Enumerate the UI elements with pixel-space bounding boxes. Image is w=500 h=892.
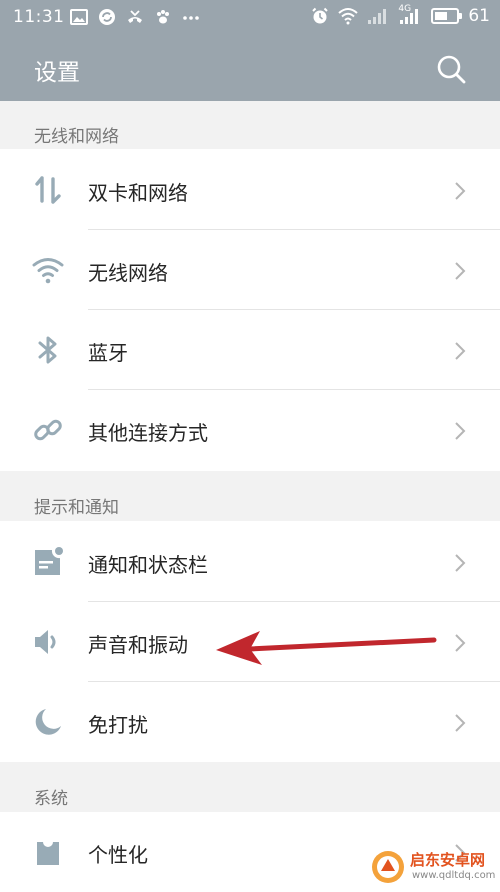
settings-item-label: 声音和振动: [88, 633, 188, 657]
watermark-logo-icon: [372, 851, 404, 883]
watermark-brand: 启东安卓网: [410, 851, 486, 869]
section-header-notifications: 提示和通知: [0, 471, 500, 521]
settings-item-do-not-disturb[interactable]: 免打扰: [0, 682, 500, 762]
settings-item-label: 个性化: [88, 843, 148, 867]
chevron-right-icon: [455, 342, 466, 360]
speaker-icon: [35, 630, 56, 654]
personalization-icon: [37, 842, 59, 865]
gallery-icon: [70, 9, 88, 25]
settings-item-label: 通知和状态栏: [88, 553, 208, 577]
settings-item-label: 蓝牙: [88, 341, 128, 365]
chevron-right-icon: [455, 182, 466, 200]
paw-icon: [157, 10, 169, 24]
section-header-wireless: 无线和网络: [0, 101, 500, 149]
watermark: 启东安卓网 www.qdltdq.com: [368, 848, 498, 888]
battery-level: 61: [468, 6, 490, 26]
settings-item-label: 其他连接方式: [88, 421, 208, 445]
more-dots-icon: [183, 16, 199, 20]
chevron-right-icon: [455, 634, 466, 652]
chevron-right-icon: [455, 422, 466, 440]
signal-4g-icon: 4G: [398, 4, 422, 25]
annotation-arrow-icon: [216, 631, 437, 665]
moon-icon: [35, 709, 61, 735]
page-title: 设置: [34, 60, 80, 86]
status-bar: 11:31 4G 61: [0, 0, 500, 36]
top-bar: 11:31 4G 61 设置: [0, 0, 500, 101]
settings-item-dual-sim[interactable]: 双卡和网络: [0, 150, 500, 230]
link-icon: [34, 419, 62, 441]
section-header-system: 系统: [0, 762, 500, 812]
wifi-status-icon: [338, 8, 359, 25]
bluetooth-icon: [38, 336, 57, 364]
status-time: 11:31: [13, 7, 65, 27]
notification-icon: [35, 547, 63, 575]
signal-empty-icon: [368, 9, 387, 24]
wifi-icon: [32, 258, 64, 284]
settings-item-notification-bar[interactable]: 通知和状态栏: [0, 522, 500, 602]
settings-item-label: 无线网络: [88, 261, 168, 285]
watermark-url: www.qdltdq.com: [412, 870, 496, 881]
settings-item-label: 免打扰: [88, 713, 148, 737]
chevron-right-icon: [455, 262, 466, 280]
settings-item-wifi[interactable]: 无线网络: [0, 230, 500, 310]
status-system-icons: 4G 61: [311, 4, 490, 26]
battery-icon: [431, 8, 463, 24]
sync-icon: [99, 9, 115, 25]
status-notification-icons: [70, 8, 200, 26]
chevron-right-icon: [455, 714, 466, 732]
chevron-right-icon: [455, 554, 466, 572]
search-icon[interactable]: [434, 52, 468, 86]
alarm-icon: [312, 7, 329, 24]
settings-item-other-connections[interactable]: 其他连接方式: [0, 390, 500, 470]
settings-item-bluetooth[interactable]: 蓝牙: [0, 310, 500, 390]
dual-sim-arrows-icon: [35, 176, 61, 204]
missed-call-icon: [128, 10, 142, 23]
settings-item-label: 双卡和网络: [88, 181, 188, 205]
